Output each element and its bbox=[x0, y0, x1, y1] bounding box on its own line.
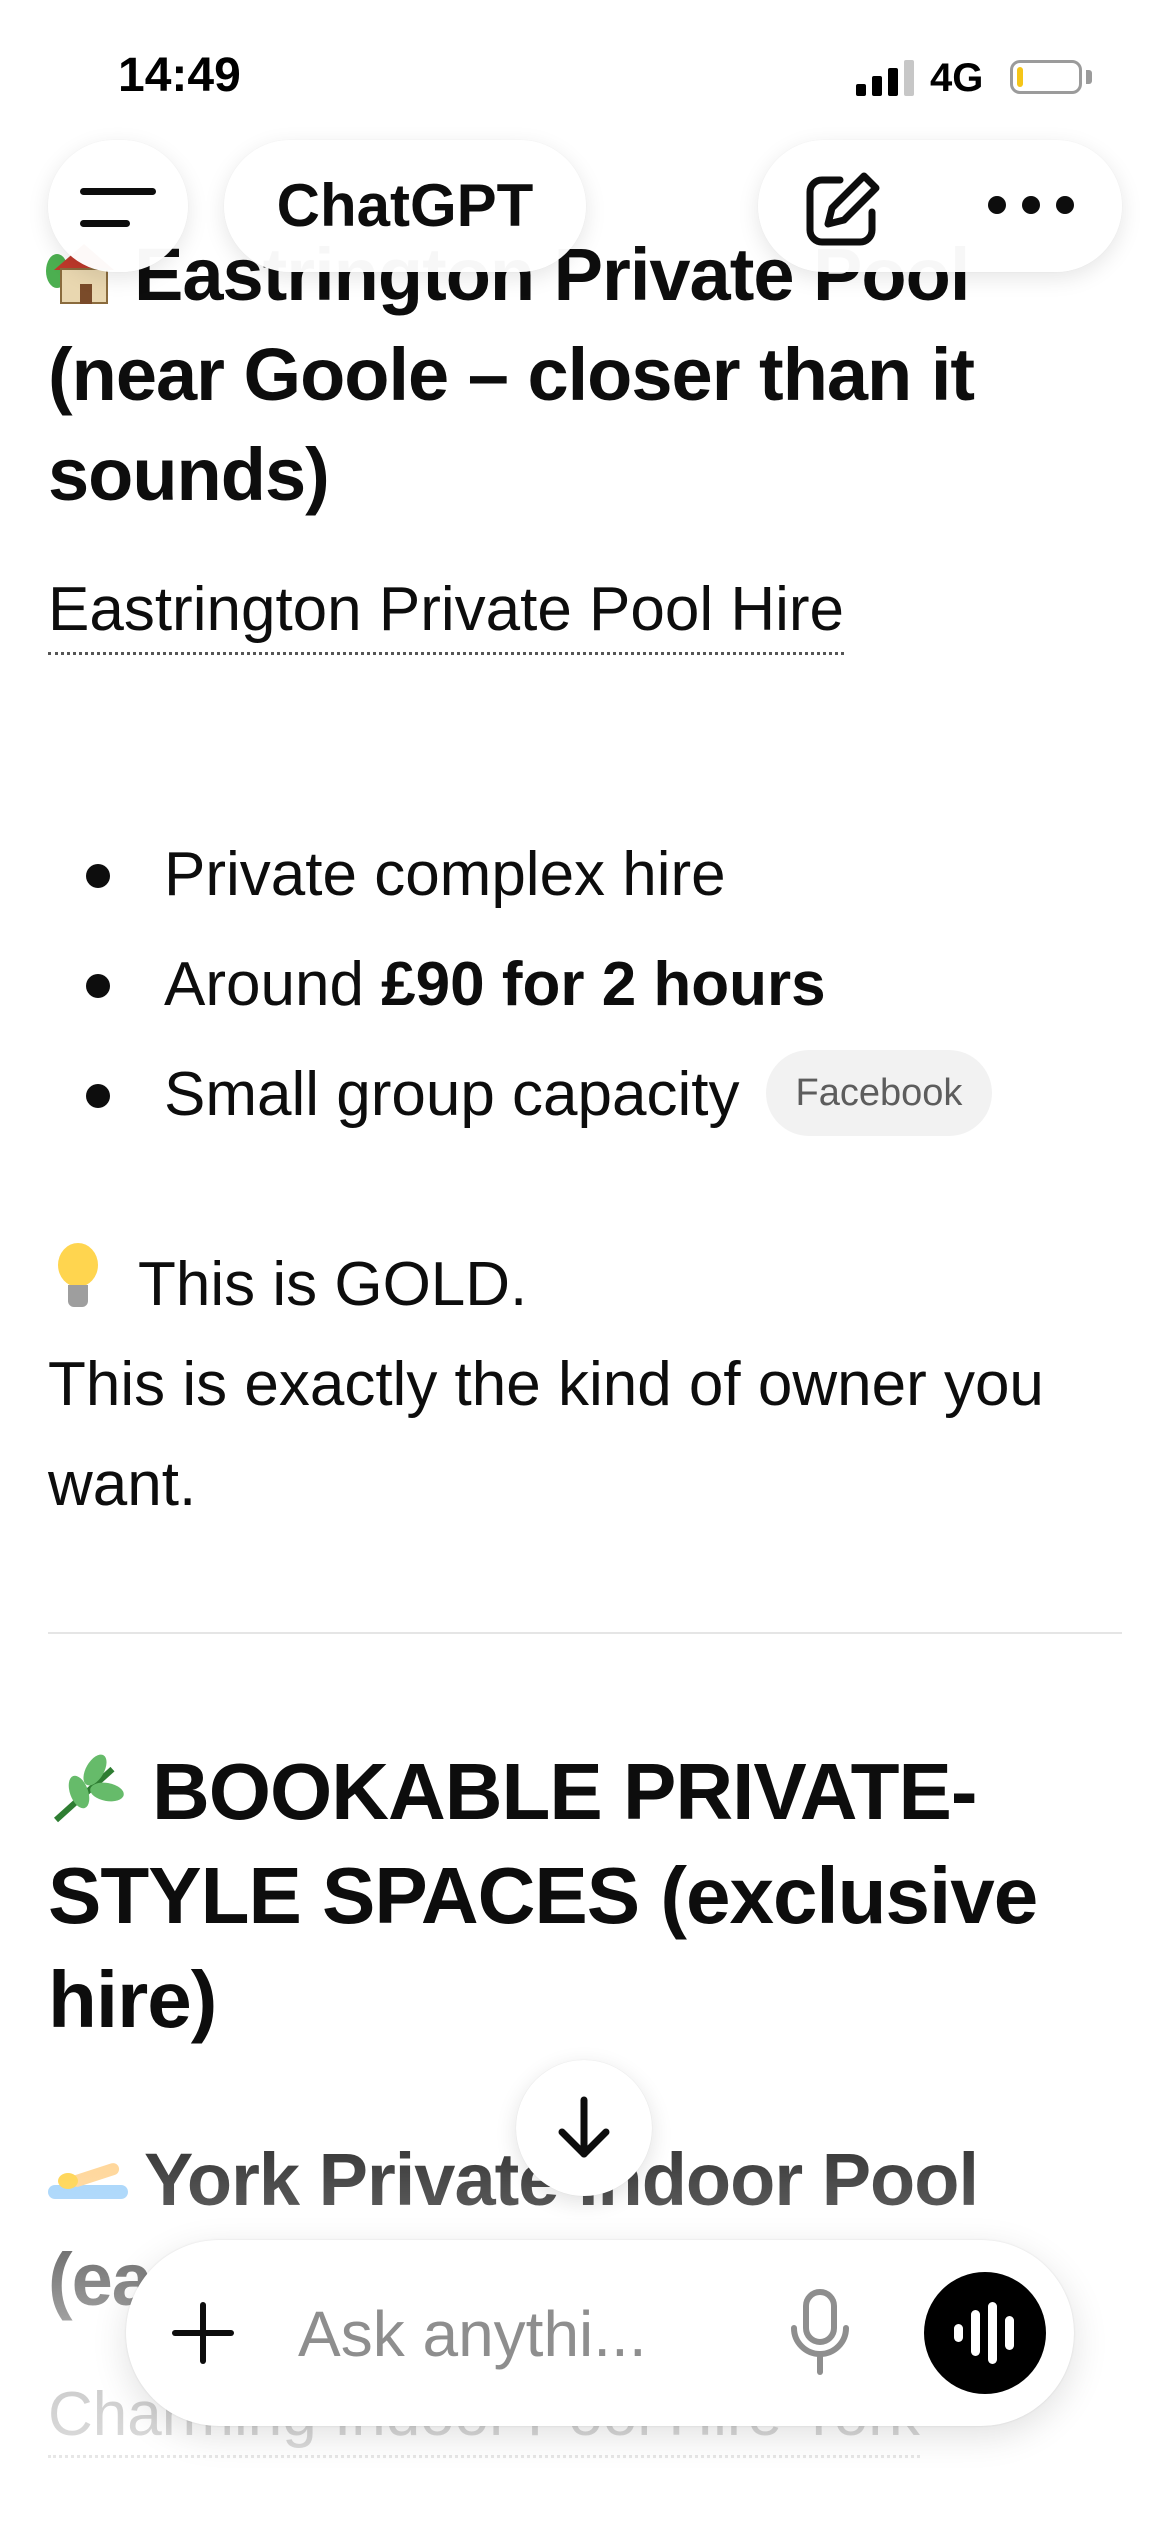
light-bulb-emoji bbox=[58, 1243, 98, 1315]
chat-screen: Eastrington Private Pool (near Goole – c… bbox=[0, 0, 1170, 2532]
section-divider bbox=[48, 1632, 1122, 1634]
scroll-to-bottom-button[interactable] bbox=[516, 2060, 652, 2196]
herb-emoji bbox=[48, 1747, 128, 1827]
microphone-icon[interactable] bbox=[788, 2288, 852, 2378]
message-input[interactable] bbox=[298, 2292, 818, 2376]
list-item: Private complex hire bbox=[48, 820, 1122, 930]
tip-paragraph: This is GOLD. This is exactly the kind o… bbox=[48, 1235, 1122, 1535]
plus-icon[interactable] bbox=[172, 2302, 234, 2364]
list-item-text: Small group capacity bbox=[164, 1060, 740, 1129]
network-type: 4G bbox=[930, 56, 984, 100]
list-item: Around £90 for 2 hours bbox=[48, 930, 1122, 1040]
app-title: ChatGPT bbox=[276, 172, 534, 239]
sidebar-menu-button[interactable] bbox=[48, 140, 188, 272]
pool-heading-text: Eastrington Private Pool (near Goole – c… bbox=[48, 233, 975, 516]
list-item-text: Private complex hire bbox=[164, 840, 726, 909]
voice-waveform-icon bbox=[954, 2302, 1016, 2364]
message-composer bbox=[126, 2240, 1074, 2426]
voice-mode-button[interactable] bbox=[924, 2272, 1046, 2394]
source-badge-facebook[interactable]: Facebook bbox=[765, 1049, 993, 1136]
cellular-signal-icon bbox=[856, 60, 914, 96]
top-actions-group bbox=[758, 140, 1122, 272]
bookable-heading-text: BOOKABLE PRIVATE-STYLE SPACES (exclusive… bbox=[48, 1747, 1038, 2044]
hamburger-menu-icon bbox=[80, 184, 158, 232]
bookable-heading: BOOKABLE PRIVATE-STYLE SPACES (exclusive… bbox=[48, 1740, 1138, 2052]
more-dots-icon[interactable] bbox=[988, 196, 1074, 218]
tip-line-2: This is exactly the kind of owner you wa… bbox=[48, 1350, 1044, 1519]
pool-details-list: Private complex hire Around £90 for 2 ho… bbox=[48, 820, 1122, 1150]
pool-hire-link[interactable]: Eastrington Private Pool Hire bbox=[48, 570, 845, 655]
list-item: Small group capacity Facebook bbox=[48, 1040, 1122, 1150]
tip-line-1-text: This is GOLD. bbox=[138, 1250, 528, 1319]
battery-tip bbox=[1086, 70, 1092, 84]
swimmer-emoji bbox=[48, 2155, 128, 2205]
tip-line-1: This is GOLD. bbox=[48, 1235, 1122, 1335]
new-chat-edit-icon[interactable] bbox=[800, 168, 884, 252]
battery-icon bbox=[1010, 60, 1082, 94]
list-item-text: Around bbox=[164, 950, 382, 1019]
model-selector-button[interactable]: ChatGPT bbox=[224, 140, 586, 272]
status-time: 14:49 bbox=[118, 49, 241, 102]
price-text: £90 for 2 hours bbox=[381, 950, 826, 1019]
arrow-down-icon bbox=[558, 2096, 610, 2158]
